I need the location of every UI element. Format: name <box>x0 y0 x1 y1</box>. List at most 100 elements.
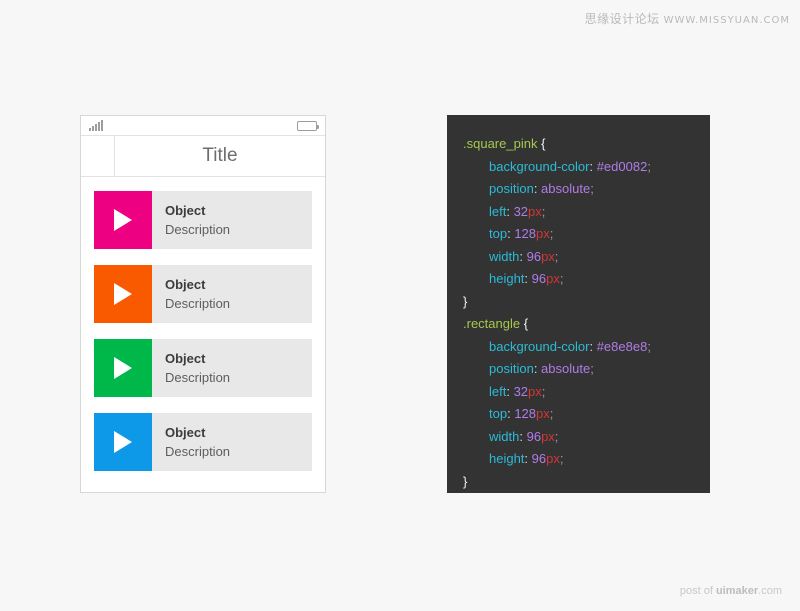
list-item[interactable]: Object Description <box>94 265 312 323</box>
css-property: top <box>489 406 508 421</box>
css-unit: px <box>536 406 550 421</box>
css-open-brace: { <box>523 316 529 331</box>
page-title-text: Title <box>202 145 238 166</box>
page-title: Title <box>115 136 325 176</box>
list-item-thumbnail[interactable] <box>94 191 152 249</box>
code-line-declaration: height: 96px; <box>463 268 710 291</box>
watermark-bottom-suffix: .com <box>758 585 782 597</box>
css-selector: .square_pink <box>463 136 538 151</box>
code-line-selector: .rectangle { <box>463 313 710 336</box>
css-semicolon: ; <box>559 271 564 286</box>
code-line-declaration: top: 128px; <box>463 403 710 426</box>
list-item-title: Object <box>165 276 206 292</box>
css-colon: : <box>533 361 542 376</box>
list-item[interactable]: Object Description <box>94 339 312 397</box>
css-property: background-color <box>489 158 590 174</box>
object-list: Object Description Object Description Object… <box>81 177 325 471</box>
list-item-description: Description <box>165 221 231 237</box>
css-property: background-color <box>489 338 590 354</box>
css-value: 128 <box>514 406 537 421</box>
css-property: width <box>489 248 520 264</box>
css-property: top <box>489 226 508 241</box>
css-colon: : <box>533 181 542 196</box>
signal-bars-icon <box>89 120 103 131</box>
css-colon: : <box>519 428 527 444</box>
css-property: width <box>489 428 520 444</box>
css-semicolon: ; <box>541 203 546 219</box>
css-semicolon: ; <box>647 338 651 354</box>
play-icon <box>114 283 132 305</box>
css-unit: px <box>536 226 550 241</box>
watermark-top-cn: 思缘设计论坛 <box>584 12 660 26</box>
css-value: absolute <box>541 181 591 196</box>
code-line-close-brace: } <box>463 471 710 494</box>
css-semicolon: ; <box>554 428 559 444</box>
css-semicolon: ; <box>590 361 594 376</box>
css-value: #e8e8e8 <box>596 338 648 354</box>
css-close-brace: } <box>463 473 468 489</box>
play-icon <box>114 357 132 379</box>
css-value: 32 <box>513 383 529 399</box>
css-value: 96 <box>526 248 542 264</box>
css-semicolon: ; <box>541 383 546 399</box>
battery-icon <box>297 120 319 131</box>
css-unit: px <box>546 451 560 466</box>
css-colon: : <box>506 383 514 399</box>
watermark-top-url: WWW.MISSYUAN.COM <box>663 15 790 26</box>
css-semicolon: ; <box>554 248 559 264</box>
list-item[interactable]: Object Description <box>94 191 312 249</box>
css-value: 96 <box>526 428 542 444</box>
list-item-title: Object <box>165 202 206 218</box>
css-value: absolute <box>541 361 591 376</box>
css-property: position <box>489 181 534 196</box>
list-item-description: Description <box>165 295 231 311</box>
list-item-description: Description <box>165 443 231 459</box>
css-unit: px <box>528 383 542 399</box>
css-unit: px <box>541 428 555 444</box>
css-property: height <box>489 451 525 466</box>
css-colon: : <box>589 158 597 174</box>
css-open-brace: { <box>541 136 546 151</box>
list-item-text: Object Description <box>152 413 312 471</box>
watermark-bottom-brand: uimaker <box>715 585 759 597</box>
code-line-declaration: left: 32px; <box>463 381 710 404</box>
css-property: height <box>489 271 525 286</box>
css-value: 96 <box>531 451 547 466</box>
css-unit: px <box>546 271 560 286</box>
css-semicolon: ; <box>590 181 594 196</box>
code-line-declaration: width: 96px; <box>463 426 710 449</box>
css-colon: : <box>524 451 532 466</box>
status-bar <box>81 116 325 136</box>
css-semicolon: ; <box>549 226 554 241</box>
list-item[interactable]: Object Description <box>94 413 312 471</box>
code-line-declaration: height: 96px; <box>463 448 710 471</box>
play-icon <box>114 431 132 453</box>
list-item-title: Object <box>165 350 206 366</box>
list-item-thumbnail[interactable] <box>94 265 152 323</box>
css-selector: .rectangle <box>463 316 521 331</box>
code-line-declaration: background-color: #ed0082; <box>463 156 710 179</box>
code-line-declaration: position: absolute; <box>463 358 710 381</box>
code-line-declaration: background-color: #e8e8e8; <box>463 336 710 359</box>
list-item-thumbnail[interactable] <box>94 339 152 397</box>
list-item-title: Object <box>165 424 206 440</box>
css-close-brace: } <box>463 293 468 309</box>
list-item-text: Object Description <box>152 265 312 323</box>
code-line-close-brace: } <box>463 291 710 314</box>
css-semicolon: ; <box>559 451 564 466</box>
list-item-text: Object Description <box>152 191 312 249</box>
css-property: left <box>489 203 507 219</box>
list-item-description: Description <box>165 369 231 385</box>
code-line-declaration: left: 32px; <box>463 201 710 224</box>
watermark-bottom: post of uimaker.com <box>680 585 782 597</box>
watermark-bottom-prefix: post of <box>679 585 716 597</box>
css-semicolon: ; <box>549 406 554 421</box>
css-value: 32 <box>513 203 529 219</box>
css-colon: : <box>519 248 527 264</box>
css-value: #ed0082 <box>596 158 648 174</box>
css-colon: : <box>524 271 532 286</box>
back-button[interactable] <box>81 136 115 176</box>
title-bar: Title <box>81 136 325 177</box>
phone-mockup: Title Object Description Object Description… <box>80 115 326 493</box>
list-item-thumbnail[interactable] <box>94 413 152 471</box>
